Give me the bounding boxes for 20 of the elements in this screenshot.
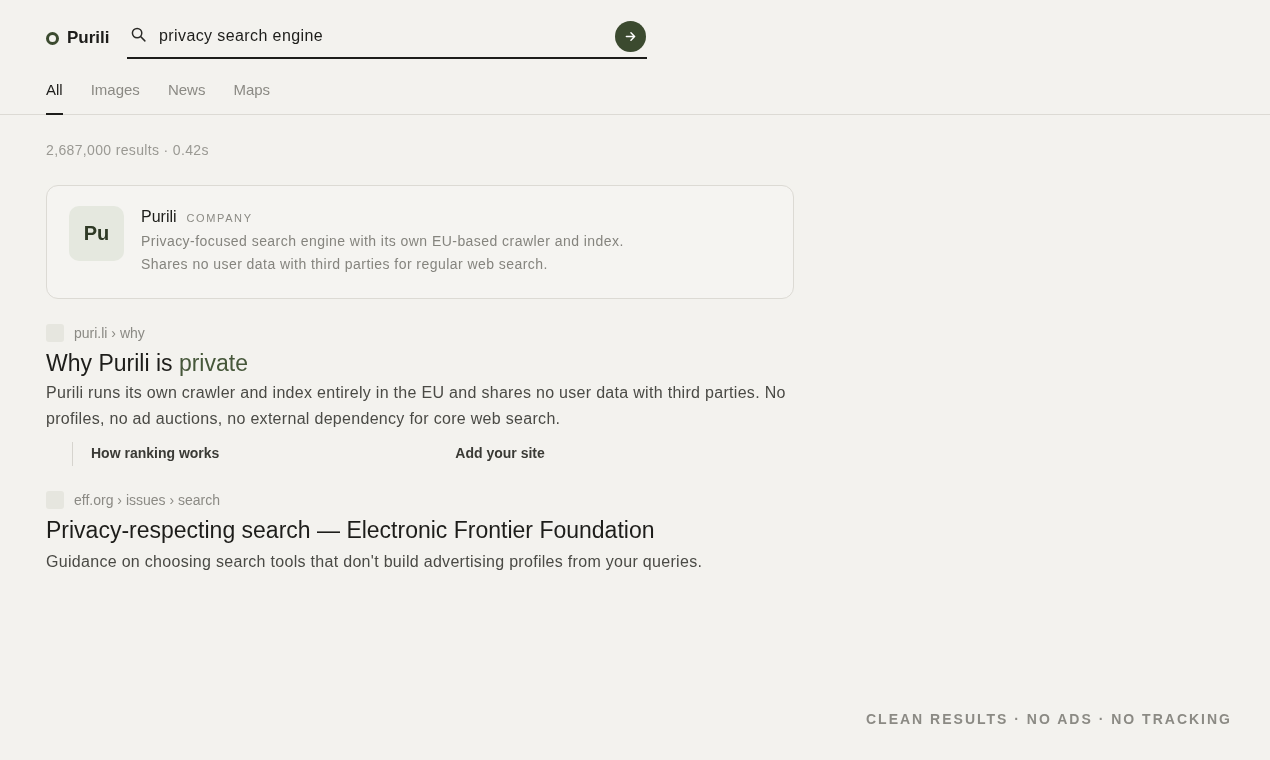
result-stats: 2,687,000 results · 0.42s	[46, 140, 209, 160]
card-title: Purili	[141, 206, 177, 227]
footer-tagline: CLEAN RESULTS · NO ADS · NO TRACKING	[866, 710, 1232, 729]
sitelink[interactable]: How ranking works	[91, 443, 220, 464]
sitelink[interactable]: Add your site	[455, 443, 545, 464]
logo-ring-icon	[46, 31, 59, 45]
result-title-link[interactable]: Why Purili is private	[46, 347, 248, 378]
result-title-link[interactable]: Privacy-respecting search — Electronic Frontier Foundation	[46, 514, 655, 545]
search-field[interactable]: privacy search engine	[127, 17, 647, 59]
search-icon	[131, 26, 146, 42]
result-snippet: Purili runs its own crawler and index entirely in the EU and shares no user data with third parties. No profiles, no ad auctions, no external dependency for core web search.	[46, 382, 787, 429]
search-input[interactable]: privacy search engine	[159, 23, 615, 49]
card-type-label: COMPANY	[186, 210, 253, 226]
logo-text[interactable]: Purili	[67, 25, 110, 51]
arrow-right-icon	[625, 30, 636, 42]
submit-button[interactable]	[615, 20, 646, 52]
card-description: Privacy-focused search engine with its own EU-based crawler and index. Shares no user data with third parties for regular web search.	[141, 231, 625, 274]
initials-tile: Pu	[69, 205, 124, 261]
tab[interactable]: All	[46, 77, 63, 115]
result-snippet: Guidance on choosing search tools that don't build advertising profiles from your queries.	[46, 551, 704, 572]
